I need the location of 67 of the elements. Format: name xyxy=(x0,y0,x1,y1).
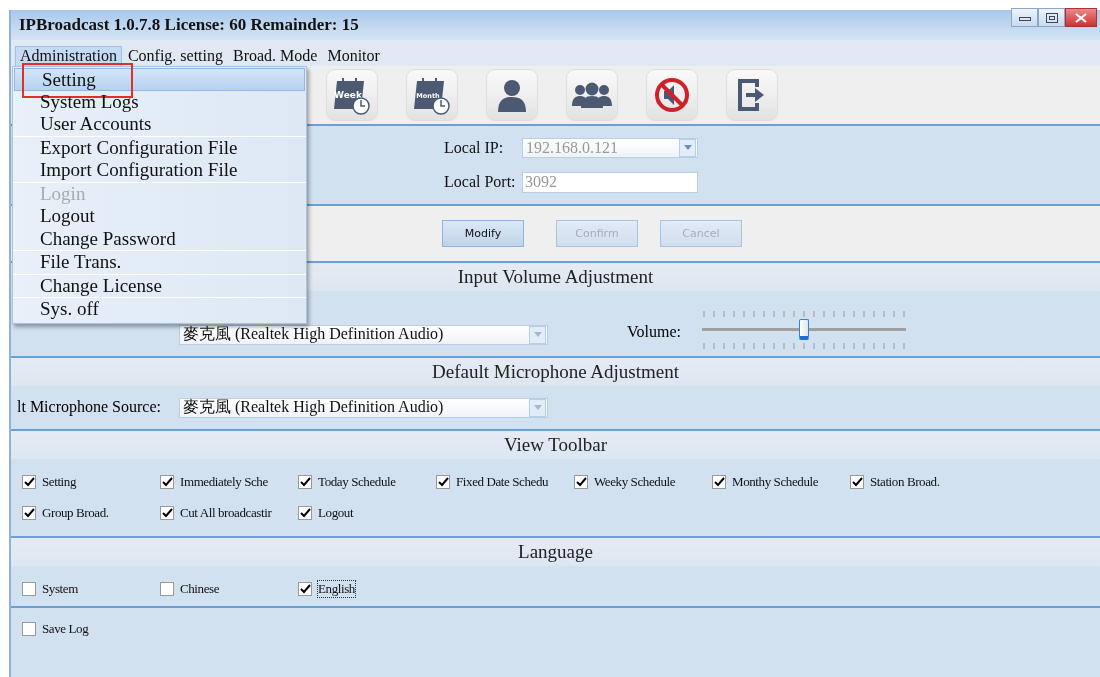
field-label: Local IP: xyxy=(444,138,505,157)
window-title: IPBroadcast 1.0.7.8 License: 60 Remainder: 15 xyxy=(18,15,359,35)
checkbox[interactable] xyxy=(160,475,174,489)
checkbox-label: Save Log xyxy=(42,621,89,637)
checkbox-label: Logout xyxy=(318,505,354,521)
slider-thumb[interactable] xyxy=(798,318,809,340)
maximize-icon xyxy=(1045,12,1058,23)
checkbox-label: Weeky Schedule xyxy=(594,474,676,490)
toolbar-button[interactable] xyxy=(566,69,618,121)
checkbox-label: Today Schedule xyxy=(318,474,396,490)
section-header: Default Microphone Adjustment xyxy=(11,356,1100,386)
menu-item[interactable]: Logout xyxy=(13,205,306,228)
checkbox[interactable] xyxy=(850,475,864,489)
mute-speaker-icon xyxy=(654,77,690,113)
menu-bar-item[interactable]: Config. setting xyxy=(123,47,227,66)
person-icon xyxy=(497,78,527,112)
checkbox[interactable] xyxy=(22,622,36,636)
menu-item[interactable]: File Trans. xyxy=(13,251,306,274)
checkbox[interactable] xyxy=(22,475,36,489)
checkbox[interactable] xyxy=(160,582,174,596)
checkbox[interactable] xyxy=(712,475,726,489)
checkbox-label: Immediately Sche xyxy=(180,474,268,490)
checkbox-label: Monthy Schedule xyxy=(732,474,819,490)
checkbox-label: Group Broad. xyxy=(42,505,109,521)
field-label: lt Microphone Source: xyxy=(17,398,161,416)
menu-item[interactable]: Setting xyxy=(14,68,305,91)
checkbox[interactable] xyxy=(22,582,36,596)
checkbox-label: Fixed Date Schedu xyxy=(456,474,549,490)
checkbox-label: Station Broad. xyxy=(870,474,940,490)
toolbar-button[interactable] xyxy=(646,69,698,121)
action-button[interactable]: Modify xyxy=(442,220,524,247)
maximize-button[interactable] xyxy=(1038,8,1065,27)
checkbox[interactable] xyxy=(298,582,312,596)
menu-item[interactable]: User Accounts xyxy=(13,113,306,136)
field-label: Local Port: xyxy=(444,173,517,191)
microphone-dropdown[interactable]: 麥克風 (Realtek High Definition Audio) xyxy=(179,324,548,345)
checkbox-label: Cut All broadcastir xyxy=(180,505,272,521)
checkbox[interactable] xyxy=(160,506,174,520)
menu-item[interactable]: Sys. off xyxy=(13,298,306,321)
menu-bar-item[interactable]: Broad. Mode xyxy=(229,47,322,66)
checkbox[interactable] xyxy=(298,475,312,489)
minimize-button[interactable] xyxy=(1011,8,1038,27)
microphone-dropdown[interactable]: 麥克風 (Realtek High Definition Audio) xyxy=(179,397,548,418)
menu-item[interactable]: Import Configuration File xyxy=(13,159,306,182)
close-button[interactable] xyxy=(1065,8,1097,27)
section-header: View Toolbar xyxy=(11,429,1100,459)
toolbar-button[interactable] xyxy=(486,69,538,121)
checkbox[interactable] xyxy=(574,475,588,489)
field-label: Volume: xyxy=(627,322,681,341)
checkbox[interactable] xyxy=(436,475,450,489)
checkbox-label: English xyxy=(318,581,355,597)
close-icon xyxy=(1075,12,1087,23)
menu-item[interactable]: Change License xyxy=(13,274,306,297)
group-icon xyxy=(572,82,612,108)
menu-bar-item[interactable]: Administration xyxy=(15,46,122,66)
menu-item[interactable]: Change Password xyxy=(13,227,306,250)
toolbar-button[interactable] xyxy=(726,69,778,121)
menu-item[interactable]: Export Configuration File xyxy=(13,136,306,159)
menu-bar-item[interactable]: Monitor xyxy=(323,47,384,66)
checkbox-label: Chinese xyxy=(180,581,220,597)
minimize-icon xyxy=(1018,14,1031,21)
checkbox-label: Setting xyxy=(42,474,77,490)
volume-slider[interactable] xyxy=(701,310,906,349)
checkbox[interactable] xyxy=(298,506,312,520)
checkbox-label: System xyxy=(42,581,78,597)
checkbox[interactable] xyxy=(22,506,36,520)
section-header: Language xyxy=(11,536,1100,566)
